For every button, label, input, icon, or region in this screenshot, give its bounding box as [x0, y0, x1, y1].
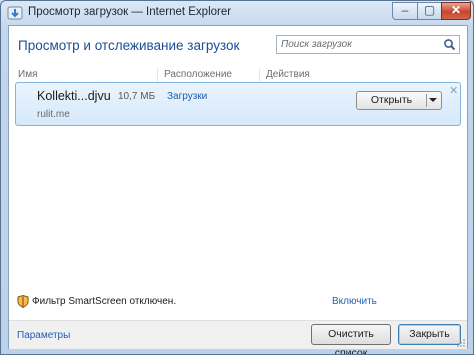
client-area: Просмотр и отслеживание загрузок Поиск з…	[8, 25, 468, 354]
title-bar[interactable]: Просмотр загрузок — Internet Explorer ‒ …	[1, 1, 473, 25]
smartscreen-status: Фильтр SmartScreen отключен. Включить	[9, 290, 467, 312]
download-location-link[interactable]: Загрузки	[167, 91, 207, 102]
maximize-button[interactable]: ▢	[417, 2, 442, 20]
download-source-site: rulit.me	[37, 109, 70, 120]
clear-list-button[interactable]: Очистить список	[311, 324, 391, 354]
open-split-button[interactable]: Открыть	[356, 91, 442, 110]
search-input[interactable]: Поиск загрузок	[276, 35, 460, 54]
close-button[interactable]: Закрыть	[398, 324, 461, 345]
search-placeholder: Поиск загрузок	[281, 39, 352, 50]
column-divider	[157, 68, 158, 82]
open-button[interactable]: Открыть	[357, 92, 426, 109]
enable-smartscreen-link[interactable]: Включить	[332, 296, 377, 307]
smartscreen-status-text: Фильтр SmartScreen отключен.	[32, 296, 177, 307]
download-icon	[7, 6, 23, 20]
download-manager-window: Просмотр загрузок — Internet Explorer ‒ …	[0, 0, 474, 355]
close-window-button[interactable]: ✕	[441, 2, 471, 20]
header: Просмотр и отслеживание загрузок Поиск з…	[9, 26, 467, 64]
footer-bar: Параметры Очистить список Закрыть	[9, 320, 467, 354]
column-name[interactable]: Имя	[18, 69, 37, 80]
split-divider	[426, 94, 427, 107]
window-title: Просмотр загрузок — Internet Explorer	[28, 6, 232, 18]
page-title: Просмотр и отслеживание загрузок	[18, 38, 240, 53]
column-actions[interactable]: Действия	[266, 69, 310, 80]
column-location[interactable]: Расположение	[164, 69, 232, 80]
download-file-size: 10,7 МБ	[118, 91, 156, 102]
download-file-name: Kollekti...djvu	[37, 89, 111, 103]
resize-grip-icon[interactable]	[457, 339, 465, 347]
options-link[interactable]: Параметры	[17, 330, 70, 341]
search-icon[interactable]	[443, 38, 456, 51]
column-headers: Имя Расположение Действия	[9, 68, 467, 82]
download-item[interactable]: Kollekti...djvu 10,7 МБ rulit.me Загрузк…	[15, 82, 461, 126]
column-divider	[259, 68, 260, 82]
shield-icon	[17, 295, 29, 308]
chevron-down-icon[interactable]	[429, 98, 437, 102]
dismiss-icon[interactable]: ✕	[449, 84, 458, 97]
minimize-button[interactable]: ‒	[392, 2, 418, 20]
